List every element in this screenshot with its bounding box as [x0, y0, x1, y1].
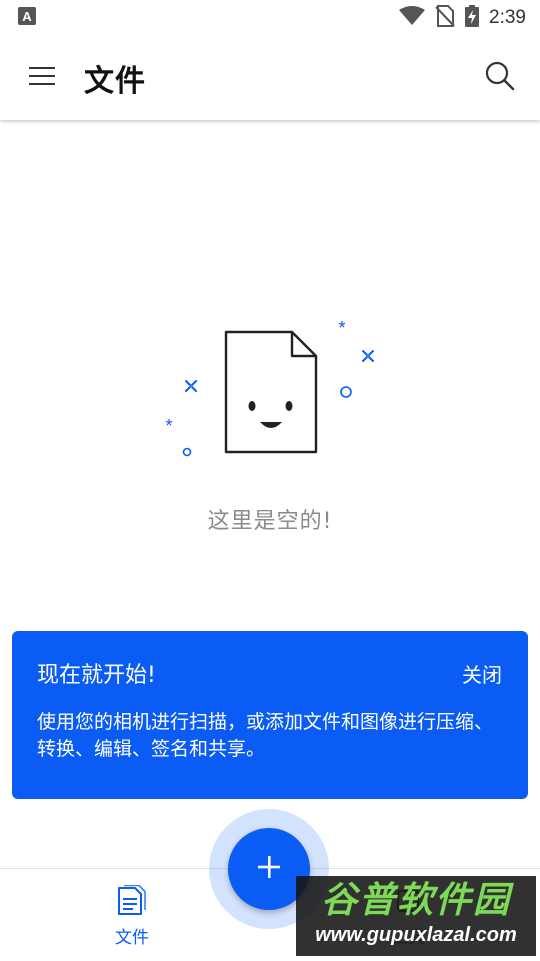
search-button[interactable] [482, 60, 518, 96]
battery-charging-icon [465, 5, 480, 31]
plus-icon [256, 854, 282, 884]
hamburger-menu-icon [29, 65, 55, 91]
banner-title: 现在就开始! [37, 663, 156, 688]
empty-state-message: 这里是空的! [207, 509, 333, 534]
watermark-text: 谷普软件园 [320, 880, 511, 921]
empty-state-illustration: * * [158, 312, 382, 468]
search-icon [485, 61, 515, 95]
get-started-banner: 现在就开始! 关闭 使用您的相机进行扫描，或添加文件和图像进行压缩、转换、编辑、… [12, 631, 528, 799]
app-bar: 文件 [0, 36, 540, 120]
no-sim-icon [435, 5, 455, 31]
menu-button[interactable] [26, 62, 58, 94]
svg-text:*: * [165, 416, 172, 436]
page-title: 文件 [84, 64, 146, 99]
nav-label-files: 文件 [115, 928, 149, 948]
watermark-url: www.gupuxlazal.com [315, 924, 517, 946]
nav-item-files[interactable]: 文件 [92, 884, 172, 948]
document-icon [115, 884, 149, 921]
keyboard-app-icon: A [18, 7, 36, 29]
svg-text:*: * [338, 318, 345, 338]
banner-body: 使用您的相机进行扫描，或添加文件和图像进行压缩、转换、编辑、签名和共享。 [37, 711, 494, 760]
watermark: 谷普软件园 www.gupuxlazal.com [296, 876, 536, 956]
banner-close-button[interactable]: 关闭 [462, 659, 502, 688]
svg-text:A: A [22, 9, 32, 24]
status-time: 2:39 [489, 7, 526, 28]
smiling-document-icon: * * [165, 318, 374, 457]
wifi-icon [399, 6, 426, 30]
status-bar: A 2:39 [0, 0, 540, 36]
